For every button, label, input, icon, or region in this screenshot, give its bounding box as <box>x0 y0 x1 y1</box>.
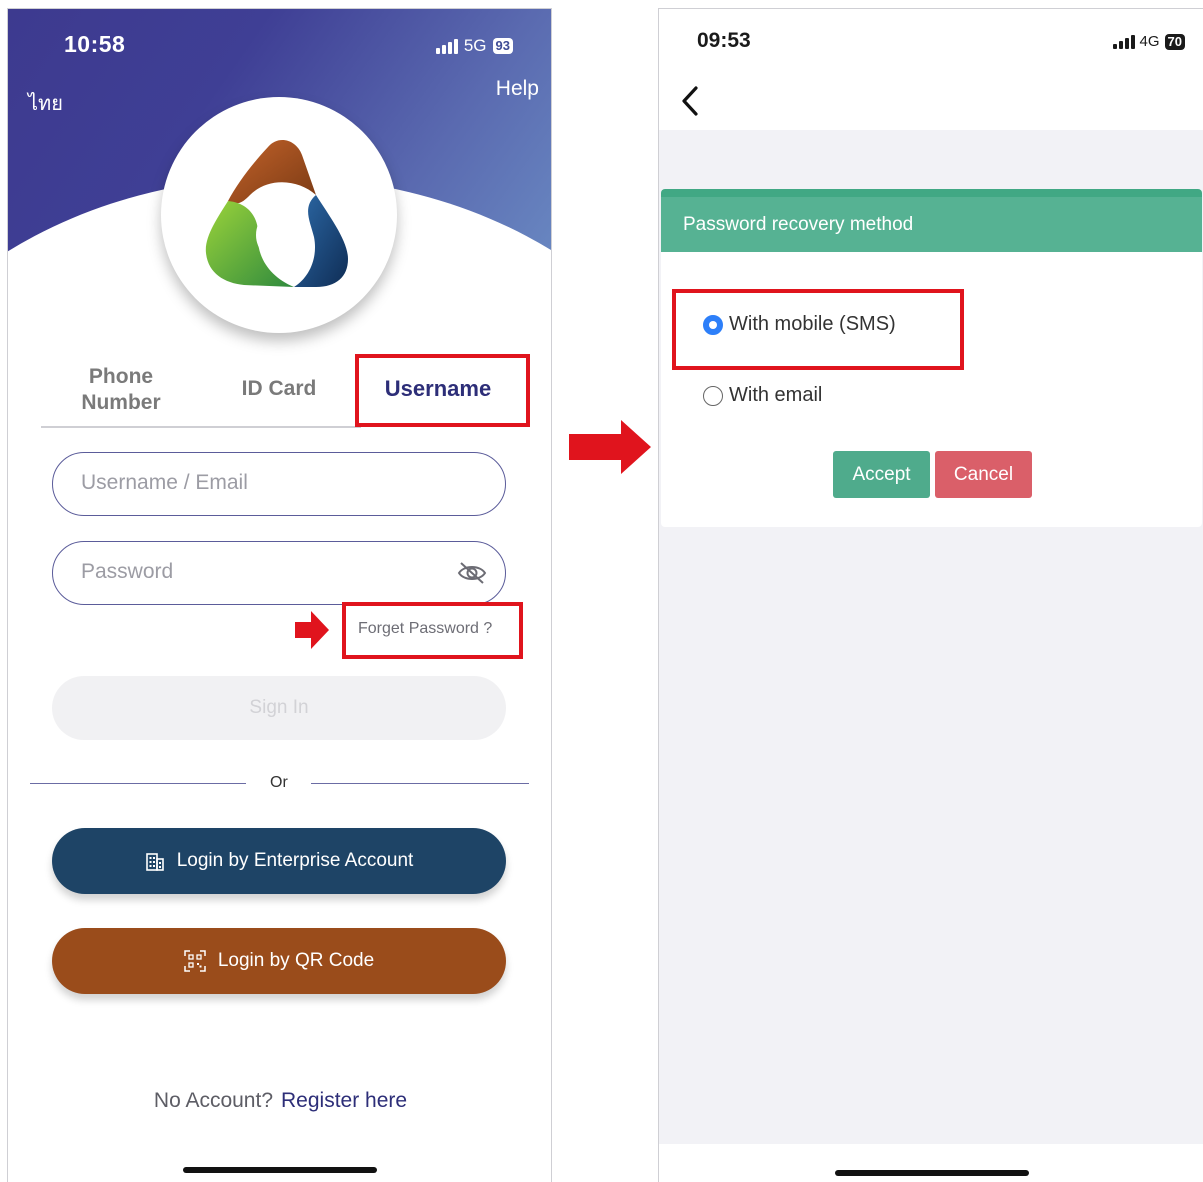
top-bar <box>659 9 1203 130</box>
arrow-right-icon <box>295 611 329 649</box>
highlight-box-username <box>355 354 530 427</box>
home-indicator <box>183 1167 377 1173</box>
battery-icon: 70 <box>1164 33 1185 50</box>
enterprise-button-label: Login by Enterprise Account <box>176 850 414 871</box>
radio-unselected-icon[interactable] <box>703 385 723 406</box>
status-time: 10:58 <box>64 31 126 57</box>
signal-icon <box>1112 34 1135 49</box>
divider-right <box>311 783 529 784</box>
username-placeholder: Username / Email <box>81 471 248 494</box>
arrow-right-icon <box>569 420 651 474</box>
status-time: 09:53 <box>697 29 751 52</box>
language-toggle[interactable]: ไทย <box>28 87 63 119</box>
no-account-text: No Account? <box>153 1089 274 1112</box>
building-icon <box>145 853 164 871</box>
divider-left <box>30 783 246 784</box>
status-indicators: 4G 70 <box>1112 33 1185 50</box>
radio-option-email[interactable]: With email <box>703 384 822 407</box>
highlight-box-sms <box>672 289 964 370</box>
network-label: 4G <box>1139 33 1160 50</box>
app-logo <box>205 140 348 287</box>
status-indicators: 5G 93 <box>435 36 513 56</box>
cancel-button[interactable]: Cancel <box>935 451 1032 498</box>
register-prompt: No Account? Register here <box>8 1089 551 1113</box>
battery-icon: 93 <box>492 38 513 54</box>
register-link[interactable]: Register here <box>281 1089 407 1112</box>
bottom-bar <box>659 1144 1203 1182</box>
back-chevron-icon[interactable] <box>679 85 701 117</box>
dialog-accent-bar <box>661 189 1202 197</box>
or-label: Or <box>270 774 288 791</box>
login-enterprise-button[interactable]: Login by Enterprise Account <box>52 828 506 894</box>
password-placeholder: Password <box>81 560 174 583</box>
tab-id-card[interactable]: ID Card <box>204 376 354 402</box>
login-qr-button[interactable]: Login by QR Code <box>52 928 506 994</box>
recovery-dialog: Password recovery method With mobile (SM… <box>661 189 1202 527</box>
radio-label-email: With email <box>729 384 823 406</box>
phone-screen-login: 10:58 5G 93 ไทย Help Phone Number ID Card… <box>7 8 552 1182</box>
dialog-title: Password recovery method <box>661 197 1202 252</box>
phone-screen-recovery: 09:53 4G 70 Password recovery method Wit… <box>658 8 1203 1182</box>
help-link[interactable]: Help <box>496 77 539 101</box>
home-indicator <box>835 1170 1029 1176</box>
username-input[interactable]: Username / Email <box>52 452 506 516</box>
tab-phone-number[interactable]: Phone Number <box>46 364 196 416</box>
qr-code-icon <box>184 950 206 972</box>
sign-in-button[interactable]: Sign In <box>52 676 506 740</box>
eye-off-icon[interactable] <box>457 560 487 586</box>
network-label: 5G <box>463 36 487 55</box>
forget-password-link[interactable]: Forget Password ? <box>358 620 492 638</box>
password-input[interactable]: Password <box>52 541 506 605</box>
signal-icon <box>435 38 458 54</box>
accept-button[interactable]: Accept <box>833 451 930 498</box>
qr-button-label: Login by QR Code <box>217 950 375 971</box>
tab-underline <box>41 426 361 428</box>
